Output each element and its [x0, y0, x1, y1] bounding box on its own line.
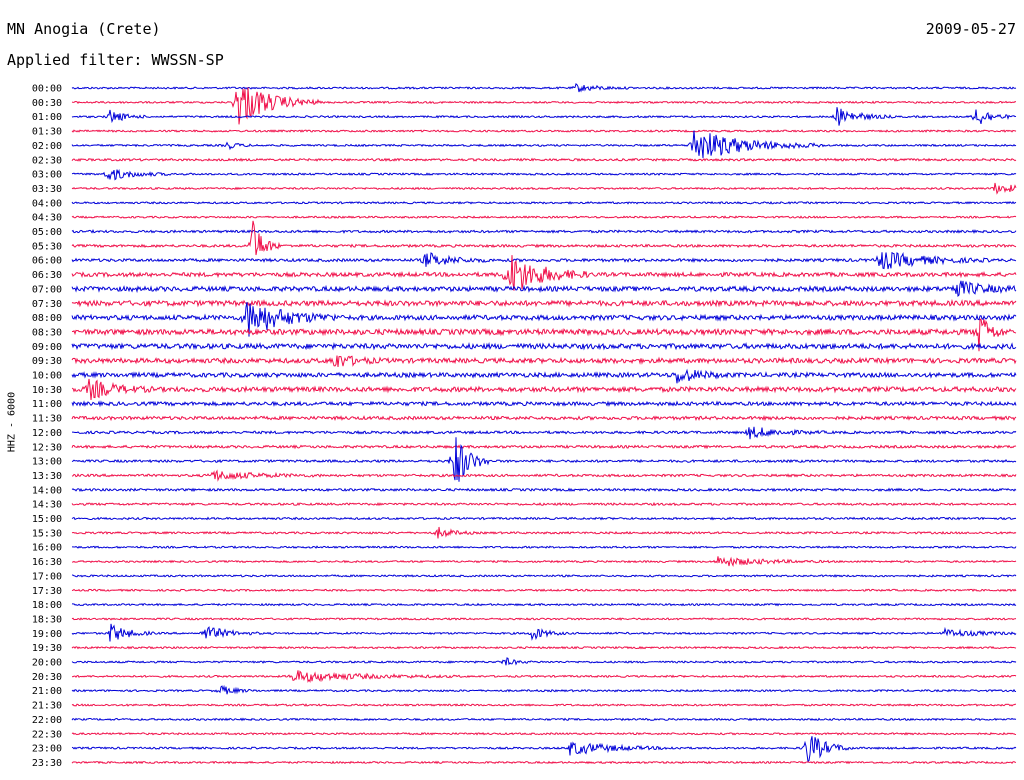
trace-row-1200: [72, 426, 1017, 440]
trace-row-1700: [71, 573, 1017, 578]
row-label-1900: 19:00: [32, 629, 62, 640]
row-label-0630: 06:30: [32, 270, 62, 281]
row-label-2130: 21:30: [32, 701, 62, 712]
row-label-1130: 11:30: [32, 414, 62, 425]
trace-row-0430: [71, 215, 1017, 219]
row-label-0000: 00:00: [32, 84, 62, 95]
trace-row-1830: [71, 617, 1017, 621]
row-label-0330: 03:30: [32, 184, 62, 195]
row-label-1930: 19:30: [32, 643, 62, 654]
row-label-2030: 20:30: [32, 672, 62, 683]
row-label-2230: 22:30: [32, 729, 62, 740]
row-label-1700: 17:00: [32, 571, 62, 582]
trace-row-1630: [71, 556, 1017, 568]
row-label-0830: 08:30: [32, 327, 62, 338]
trace-row-2300: [71, 736, 1017, 763]
trace-row-2100: [71, 684, 1017, 695]
trace-row-1400: [71, 487, 1017, 493]
row-label-0300: 03:00: [32, 170, 62, 181]
trace-row-2130: [71, 703, 1017, 707]
row-label-1300: 13:00: [32, 457, 62, 468]
row-label-1200: 12:00: [32, 428, 62, 439]
trace-row-0600: [71, 251, 1017, 270]
row-label-2000: 20:00: [32, 658, 62, 669]
row-label-1530: 15:30: [32, 528, 62, 539]
row-label-0100: 01:00: [32, 112, 62, 123]
trace-row-0300: [71, 168, 1017, 181]
row-label-0600: 06:00: [32, 256, 62, 267]
trace-row-0700: [71, 280, 1017, 297]
row-label-1230: 12:30: [32, 442, 62, 453]
row-label-1500: 15:00: [32, 514, 62, 525]
helicorder-plot: 00:00 00:30 01:00 01:30 02:00 02:30 03:00 03:30…: [32, 83, 1017, 769]
row-label-1330: 13:30: [32, 471, 62, 482]
trace-row-1130: [71, 414, 1017, 422]
trace-row-0930: [71, 355, 1017, 368]
trace-row-0330: [71, 182, 1017, 195]
trace-row-0030: [71, 87, 1017, 125]
trace-row-0730: [71, 298, 1017, 308]
trace-row-0230: [71, 157, 1017, 162]
row-label-2300: 23:00: [32, 744, 62, 755]
trace-row-1500: [71, 516, 1017, 521]
trace-row-1000: [71, 368, 1017, 384]
row-label-0700: 07:00: [32, 284, 62, 295]
trace-row-0000: [71, 83, 1017, 93]
row-label-1730: 17:30: [32, 586, 62, 597]
trace-row-1600: [72, 545, 1017, 550]
trace-row-1030: [71, 378, 1017, 401]
row-label-0230: 02:30: [32, 155, 62, 166]
trace-row-0200: [71, 130, 1017, 159]
row-label-2200: 22:00: [32, 715, 62, 726]
trace-row-1100: [71, 400, 1017, 408]
trace-row-2200: [71, 717, 1017, 722]
seismic-traces: [71, 83, 1017, 765]
trace-row-2000: [71, 657, 1017, 666]
row-label-1100: 11:00: [32, 399, 62, 410]
row-label-1430: 14:30: [32, 500, 62, 511]
row-label-1600: 16:00: [32, 543, 62, 554]
trace-row-0400: [71, 200, 1017, 205]
row-label-0130: 01:30: [32, 127, 62, 138]
trace-row-1230: [71, 444, 1017, 450]
row-label-0800: 08:00: [32, 313, 62, 324]
row-label-2330: 23:30: [32, 758, 62, 769]
trace-row-0130: [71, 129, 1017, 133]
row-label-1000: 10:00: [32, 371, 62, 382]
row-label-1830: 18:30: [32, 614, 62, 625]
row-label-0530: 05:30: [32, 241, 62, 252]
row-label-0200: 02:00: [32, 141, 62, 152]
row-label-0400: 04:00: [32, 198, 62, 209]
row-label-1800: 18:00: [32, 600, 62, 611]
row-label-1630: 16:30: [32, 557, 62, 568]
row-label-0500: 05:00: [32, 227, 62, 238]
trace-row-1930: [71, 645, 1017, 650]
row-label-0030: 00:30: [32, 98, 62, 109]
trace-row-1430: [71, 501, 1017, 507]
row-time-labels: 00:00 00:30 01:00 01:30 02:00 02:30 03:00 03:30…: [32, 84, 62, 769]
trace-row-2230: [71, 731, 1017, 736]
trace-row-1530: [71, 526, 1017, 539]
trace-row-1800: [71, 602, 1017, 607]
trace-row-2030: [71, 670, 1017, 683]
row-label-0730: 07:30: [32, 299, 62, 310]
trace-row-0530: [71, 220, 1017, 256]
trace-row-0900: [71, 341, 1017, 351]
row-label-0900: 09:00: [32, 342, 62, 353]
row-label-1400: 14:00: [32, 485, 62, 496]
trace-row-0100: [71, 107, 1017, 126]
row-label-0930: 09:30: [32, 356, 62, 367]
trace-row-2330: [71, 760, 1017, 765]
row-label-0430: 04:30: [32, 213, 62, 224]
trace-row-0500: [71, 229, 1017, 234]
trace-row-1730: [71, 588, 1017, 593]
row-label-2100: 21:00: [32, 686, 62, 697]
row-label-1030: 10:30: [32, 385, 62, 396]
trace-row-1330: [71, 469, 1017, 482]
trace-row-1900: [71, 623, 1017, 642]
